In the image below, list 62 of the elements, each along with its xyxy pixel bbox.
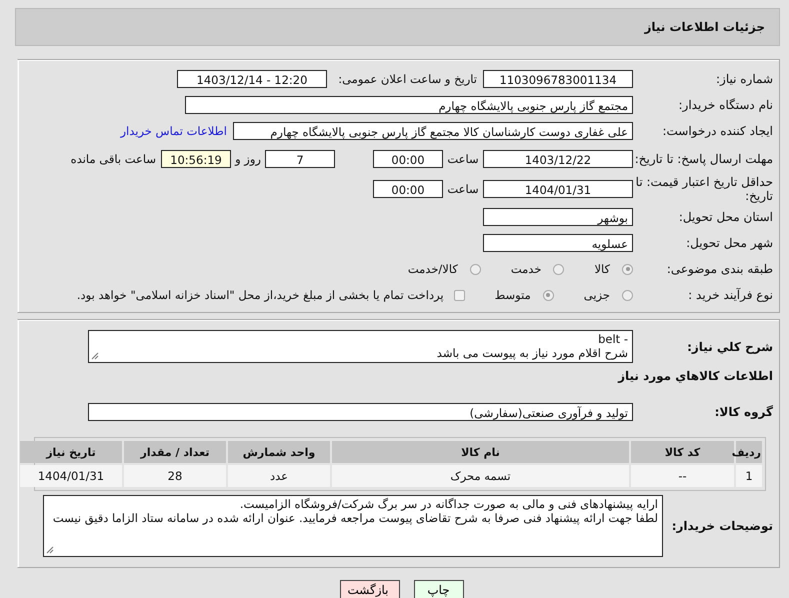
buyer-contact-link[interactable]: اطلاعات تماس خریدار	[120, 124, 227, 138]
remaining-time-field: 10:56:19	[161, 150, 231, 168]
radio-label: خدمت	[510, 262, 542, 276]
need-number-field: 1103096783001134	[483, 70, 633, 88]
field-label: نوع فرآیند خرید :	[687, 288, 774, 302]
field-label: ایجاد کننده درخواست:	[661, 124, 774, 138]
field-label: طبقه بندی موضوعی:	[666, 262, 774, 276]
radio-button[interactable]	[542, 290, 554, 300]
announce-date-field: 1403/12/14 - 12:20	[177, 70, 327, 88]
radio-label: کالا/خدمت	[408, 262, 458, 276]
field-label: استان محل تحویل:	[678, 210, 774, 224]
field-label: شرح کلي نياز:	[686, 340, 774, 354]
radio-label: متوسط	[494, 288, 531, 302]
creator-field: علی غفاری دوست کارشناسان کالا مجتمع گاز پارس جنوبی پالایشگاه چهارم	[233, 122, 633, 140]
goods-group-field: تولید و فرآوری صنعتی(سفارشی)	[88, 403, 633, 421]
date-field: 1404/01/31	[483, 180, 633, 198]
time-field: 00:00	[373, 150, 443, 168]
radio-button[interactable]	[553, 264, 564, 274]
page-title: جزئیات اطلاعات نیاز	[644, 20, 765, 34]
column-header: واحد شمارش	[228, 441, 330, 463]
radio-button[interactable]	[622, 290, 633, 300]
field-label: توضیحات خریدار:	[670, 519, 774, 533]
table-cell: 1404/01/31	[20, 465, 122, 487]
field-label: تاریخ و ساعت اعلان عمومی:	[337, 72, 478, 86]
radio-label: کالا	[594, 262, 610, 276]
column-header: تاریخ نیاز	[20, 441, 122, 463]
days-field: 7	[265, 150, 335, 168]
table-cell: --	[631, 465, 734, 487]
back-button[interactable]: بازگشت	[340, 580, 400, 598]
time-field: 00:00	[373, 180, 443, 198]
table-cell: 28	[124, 465, 226, 487]
resize-grip-icon	[91, 352, 99, 360]
print-button[interactable]: چاپ	[414, 580, 464, 598]
checkbox[interactable]	[454, 290, 465, 300]
resize-grip-icon	[46, 546, 54, 554]
province-field: بوشهر	[483, 208, 633, 226]
table-cell: عدد	[228, 465, 330, 487]
time-label: ساعت	[446, 182, 480, 196]
column-header: کد کالا	[631, 441, 734, 463]
radio-label: جزیی	[584, 288, 610, 302]
field-label: حداقل تاریخ اعتبار قیمت: تا تاریخ:	[634, 175, 774, 203]
time-label: ساعت	[446, 152, 480, 166]
column-header: تعداد / مقدار	[124, 441, 226, 463]
field-label: گروه کالا:	[714, 405, 774, 419]
date-field: 1403/12/22	[483, 150, 633, 168]
buyer-notes-field: ارایه پیشنهادهای فنی و مالی به صورت جداگانه در سر برگ شرکت/فروشگاه الزامیست. لطفا جهت ارائه پیشنهاد فنی صرفا به شرح تقاضای پیوست مراجعه فرمایید. عنوان ارائه شده در سامانه ستاد الزاما دقیق نیست	[43, 495, 663, 557]
checkbox-label: پرداخت تمام یا بخشی از مبلغ خرید،از محل "اسناد خزانه اسلامی" خواهد بود.	[76, 288, 444, 302]
table-cell: تسمه محرک	[332, 465, 629, 487]
radio-button[interactable]	[470, 264, 481, 274]
field-label: نام دستگاه خریدار:	[678, 98, 774, 112]
field-label: شماره نیاز:	[715, 72, 774, 86]
days-label: روز و	[234, 152, 262, 166]
radio-button[interactable]	[622, 264, 633, 274]
buyer-org-field: مجتمع گاز پارس جنوبی پالایشگاه چهارم	[185, 96, 633, 114]
field-label: مهلت ارسال پاسخ: تا تاریخ:	[634, 152, 774, 166]
city-field: عسلویه	[483, 234, 633, 252]
description-field: - belt شرح اقلام مورد نیاز به پیوست می باشد	[88, 330, 633, 363]
field-label: شهر محل تحویل:	[685, 236, 774, 250]
column-header: نام کالا	[332, 441, 629, 463]
remaining-label: ساعت باقی مانده	[70, 152, 156, 166]
section-title: اطلاعات کالاهاي مورد نياز	[616, 369, 774, 383]
table-cell: 1	[736, 465, 762, 487]
